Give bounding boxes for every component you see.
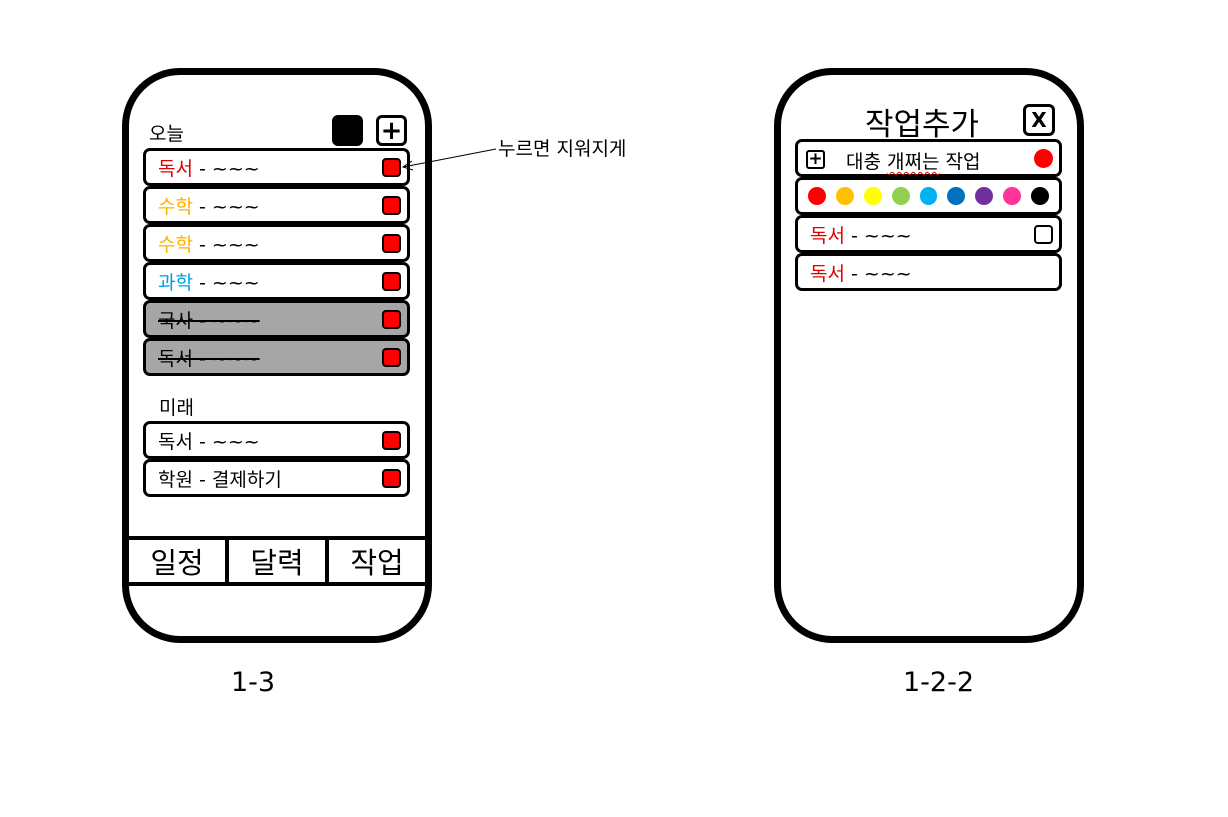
selected-color-dot[interactable] [1034,149,1053,168]
new-task-row[interactable]: + 대충 개쩌는 작업 [795,139,1062,177]
callout-text: 누르면 지워지게 [498,138,627,160]
task-row[interactable]: 수학 - ~~~ [143,224,410,262]
task-row[interactable]: 수학 - ~~~ [143,186,410,224]
color-swatch[interactable] [947,187,966,205]
task-detail: - ~~~ [192,271,260,294]
phone-screen-1-3: 오늘 + 독서 - ~~~ 수학 - ~~~ 수학 - ~~~ 과학 - ~~~ 국사 … [122,68,432,643]
tab-tasks[interactable]: 작업 [325,540,425,582]
task-row[interactable]: 독서 - ~~~ [143,338,410,376]
new-task-text[interactable]: 대충 개쩌는 작업 [846,147,980,174]
color-square-button[interactable] [332,115,363,146]
task-row[interactable]: 독서 - ~~~ [795,253,1062,291]
task-text: 독서 - ~~~ [810,259,912,286]
caption-left: 1-3 [231,667,276,698]
delete-button[interactable] [382,431,401,450]
task-row[interactable]: 학원 - 결제하기 [143,459,410,497]
task-detail: - ~~~ [192,233,260,256]
plus-icon[interactable]: + [806,150,825,169]
task-subject: 독서 [158,430,193,453]
callout-arrow [401,148,497,171]
task-text: 수학 - ~~~ [158,230,260,257]
phone-screen-1-2-2: 작업추가 X + 대충 개쩌는 작업 독서 - ~~~ 독서 - ~~~ [774,68,1084,643]
caption-right: 1-2-2 [903,667,975,698]
color-swatch[interactable] [808,187,826,205]
task-subject: 수학 [158,195,193,218]
future-label: 미래 [159,397,194,419]
delete-button[interactable] [382,348,401,367]
color-swatch[interactable] [1031,187,1050,205]
checkbox[interactable] [1034,225,1053,244]
task-subject: 학원 [158,468,193,491]
delete-button[interactable] [382,234,401,253]
close-button[interactable]: X [1023,104,1055,136]
color-swatch[interactable] [891,187,910,205]
task-text: 독서 - ~~~ [810,221,912,248]
task-subject: 독서 [158,157,193,180]
delete-button[interactable] [382,196,401,215]
task-row[interactable]: 독서 - ~~~ [143,148,410,186]
delete-button[interactable] [382,469,401,488]
color-swatch[interactable] [975,187,994,205]
color-swatch[interactable] [863,187,882,205]
task-text: 국사 - ~~~ [158,306,260,333]
task-subject: 국사 [158,309,193,332]
task-detail: - ~~~ [844,224,912,247]
color-swatch[interactable] [835,187,854,205]
task-subject: 독서 [158,347,193,370]
close-icon: X [1031,108,1047,132]
task-row[interactable]: 과학 - ~~~ [143,262,410,300]
delete-button[interactable] [382,272,401,291]
delete-button[interactable] [382,310,401,329]
new-task-text-part: 개쩌는 [887,151,940,173]
task-text: 과학 - ~~~ [158,268,260,295]
color-palette [795,177,1062,215]
task-text: 독서 - ~~~ [158,154,260,181]
task-subject: 수학 [158,233,193,256]
task-text: 수학 - ~~~ [158,192,260,219]
task-subject: 독서 [810,224,845,247]
task-text: 독서 - ~~~ [158,344,260,371]
task-row[interactable]: 국사 - ~~~ [143,300,410,338]
new-task-text-part: 작업 [939,151,981,173]
new-task-text-part: 대충 [846,151,887,173]
task-detail: - ~~~ [192,157,260,180]
tab-schedule[interactable]: 일정 [129,540,225,582]
task-detail: - ~~~ [192,195,260,218]
task-subject: 독서 [810,262,845,285]
page-title: 작업추가 [865,107,980,143]
task-detail: - ~~~ [192,347,260,370]
today-label: 오늘 [149,123,184,145]
task-subject: 과학 [158,271,193,294]
task-detail: - ~~~ [844,262,912,285]
task-text: 학원 - 결제하기 [158,465,282,492]
task-detail: - ~~~ [192,430,260,453]
task-text: 독서 - ~~~ [158,427,260,454]
bottom-tab-bar: 일정 달력 작업 [129,536,425,586]
task-row[interactable]: 독서 - ~~~ [795,215,1062,253]
task-detail: - ~~~ [192,309,260,332]
task-detail: - 결제하기 [192,468,282,491]
color-swatch[interactable] [1003,187,1022,205]
tab-calendar[interactable]: 달력 [225,540,325,582]
task-row[interactable]: 독서 - ~~~ [143,421,410,459]
color-swatch[interactable] [919,187,938,205]
